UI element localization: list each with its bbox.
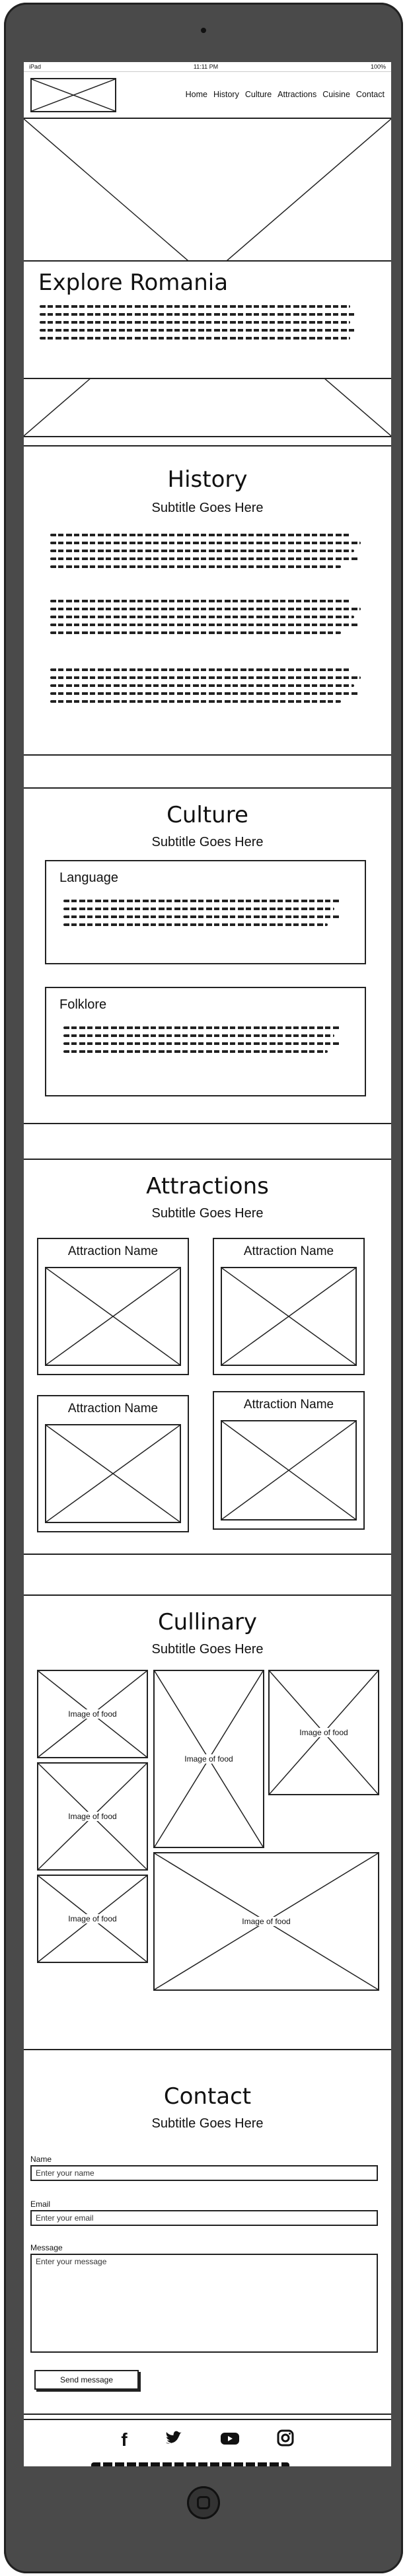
camera-dot xyxy=(201,28,206,33)
attraction-image-placeholder xyxy=(45,1267,181,1366)
food-image-placeholder: Image of food xyxy=(37,1762,148,1871)
logo-placeholder[interactable] xyxy=(30,78,116,112)
culture-card-text xyxy=(63,900,341,931)
attraction-name: Attraction Name xyxy=(243,1244,334,1258)
nav-attractions[interactable]: Attractions xyxy=(278,90,316,99)
food-image-label: Image of food xyxy=(67,1812,118,1821)
contact-subtitle: Subtitle Goes Here xyxy=(151,2116,264,2131)
culinary-subtitle: Subtitle Goes Here xyxy=(151,1642,264,1657)
social-links: f xyxy=(24,2429,391,2451)
contact-title: Contact xyxy=(163,2083,252,2110)
status-device: iPad xyxy=(29,63,42,70)
home-button[interactable] xyxy=(187,2486,220,2519)
food-image-placeholder: Image of food xyxy=(37,1670,148,1758)
nav-history[interactable]: History xyxy=(213,90,239,99)
hero-overlay: Explore Romania xyxy=(24,260,391,379)
main-nav: Home History Culture Attractions Cuisine… xyxy=(186,90,385,99)
food-image-label: Image of food xyxy=(183,1754,235,1764)
email-field[interactable]: Enter your email xyxy=(30,2210,378,2226)
nav-home[interactable]: Home xyxy=(186,90,207,99)
food-image-label: Image of food xyxy=(240,1917,292,1926)
attractions-subtitle: Subtitle Goes Here xyxy=(151,1206,264,1221)
message-textarea[interactable]: Enter your message xyxy=(30,2254,378,2353)
food-image-label: Image of food xyxy=(67,1914,118,1923)
attractions-title: Attractions xyxy=(146,1173,269,1199)
culture-section: Culture Subtitle Goes Here Language Folk… xyxy=(24,787,391,1124)
food-image-placeholder: Image of food xyxy=(153,1670,264,1848)
culture-card-text xyxy=(63,1026,341,1058)
culture-card-title: Folklore xyxy=(59,997,107,1012)
twitter-icon[interactable] xyxy=(165,2429,183,2451)
nav-culture[interactable]: Culture xyxy=(245,90,272,99)
attraction-name: Attraction Name xyxy=(243,1398,334,1412)
history-paragraph-3 xyxy=(50,668,361,708)
site-footer: f xyxy=(24,2414,391,2466)
nav-contact[interactable]: Contact xyxy=(356,90,385,99)
hero-divider xyxy=(24,411,391,437)
status-battery: 100% xyxy=(370,63,386,70)
food-image-placeholder: Image of food xyxy=(153,1852,379,1991)
history-paragraph-2 xyxy=(50,600,361,639)
history-subtitle: Subtitle Goes Here xyxy=(151,501,264,515)
attraction-name: Attraction Name xyxy=(67,1244,159,1258)
email-label: Email xyxy=(30,2200,51,2209)
instagram-icon[interactable] xyxy=(277,2429,294,2451)
history-paragraph-1 xyxy=(50,534,361,573)
history-section: History Subtitle Goes Here xyxy=(24,445,391,756)
site-header: Home History Culture Attractions Cuisine… xyxy=(24,71,391,119)
culture-title: Culture xyxy=(166,802,248,828)
attraction-image-placeholder xyxy=(221,1420,357,1521)
food-image-label: Image of food xyxy=(298,1728,350,1737)
hero-text-placeholder xyxy=(40,305,357,345)
status-time: 11:11 PM xyxy=(193,63,219,70)
name-label: Name xyxy=(30,2155,52,2164)
attraction-image-placeholder xyxy=(221,1267,357,1366)
culinary-title: Cullinary xyxy=(157,1609,258,1635)
facebook-icon[interactable]: f xyxy=(121,2429,127,2451)
attraction-card[interactable]: Attraction Name xyxy=(213,1238,365,1375)
ipad-device-frame: iPad 11:11 PM 100% Home History Culture … xyxy=(4,3,403,2573)
history-title: History xyxy=(167,466,248,493)
nav-cuisine[interactable]: Cuisine xyxy=(322,90,350,99)
name-field[interactable]: Enter your name xyxy=(30,2165,378,2181)
food-image-placeholder: Image of food xyxy=(268,1670,379,1795)
status-bar: iPad 11:11 PM 100% xyxy=(24,62,391,72)
culture-card-title: Language xyxy=(59,871,118,885)
attraction-card[interactable]: Attraction Name xyxy=(37,1238,189,1375)
culture-subtitle: Subtitle Goes Here xyxy=(151,835,264,849)
culture-card-folklore: Folklore xyxy=(45,987,366,1096)
food-image-label: Image of food xyxy=(67,1709,118,1719)
hero-title: Explore Romania xyxy=(38,269,229,296)
attraction-card[interactable]: Attraction Name xyxy=(37,1395,189,1532)
screen: iPad 11:11 PM 100% Home History Culture … xyxy=(24,62,391,2466)
attraction-name: Attraction Name xyxy=(67,1402,159,1415)
attractions-section: Attractions Subtitle Goes Here Attractio… xyxy=(24,1159,391,1555)
attraction-image-placeholder xyxy=(45,1424,181,1523)
youtube-icon[interactable] xyxy=(220,2429,240,2451)
food-image-placeholder: Image of food xyxy=(37,1875,148,1963)
send-message-button[interactable]: Send message xyxy=(34,2370,139,2390)
culture-card-language: Language xyxy=(45,860,366,964)
message-label: Message xyxy=(30,2243,63,2252)
culinary-section: Cullinary Subtitle Goes Here Image of fo… xyxy=(24,1594,391,2050)
attraction-card[interactable]: Attraction Name xyxy=(213,1391,365,1530)
copyright-text-placeholder xyxy=(91,2462,289,2466)
